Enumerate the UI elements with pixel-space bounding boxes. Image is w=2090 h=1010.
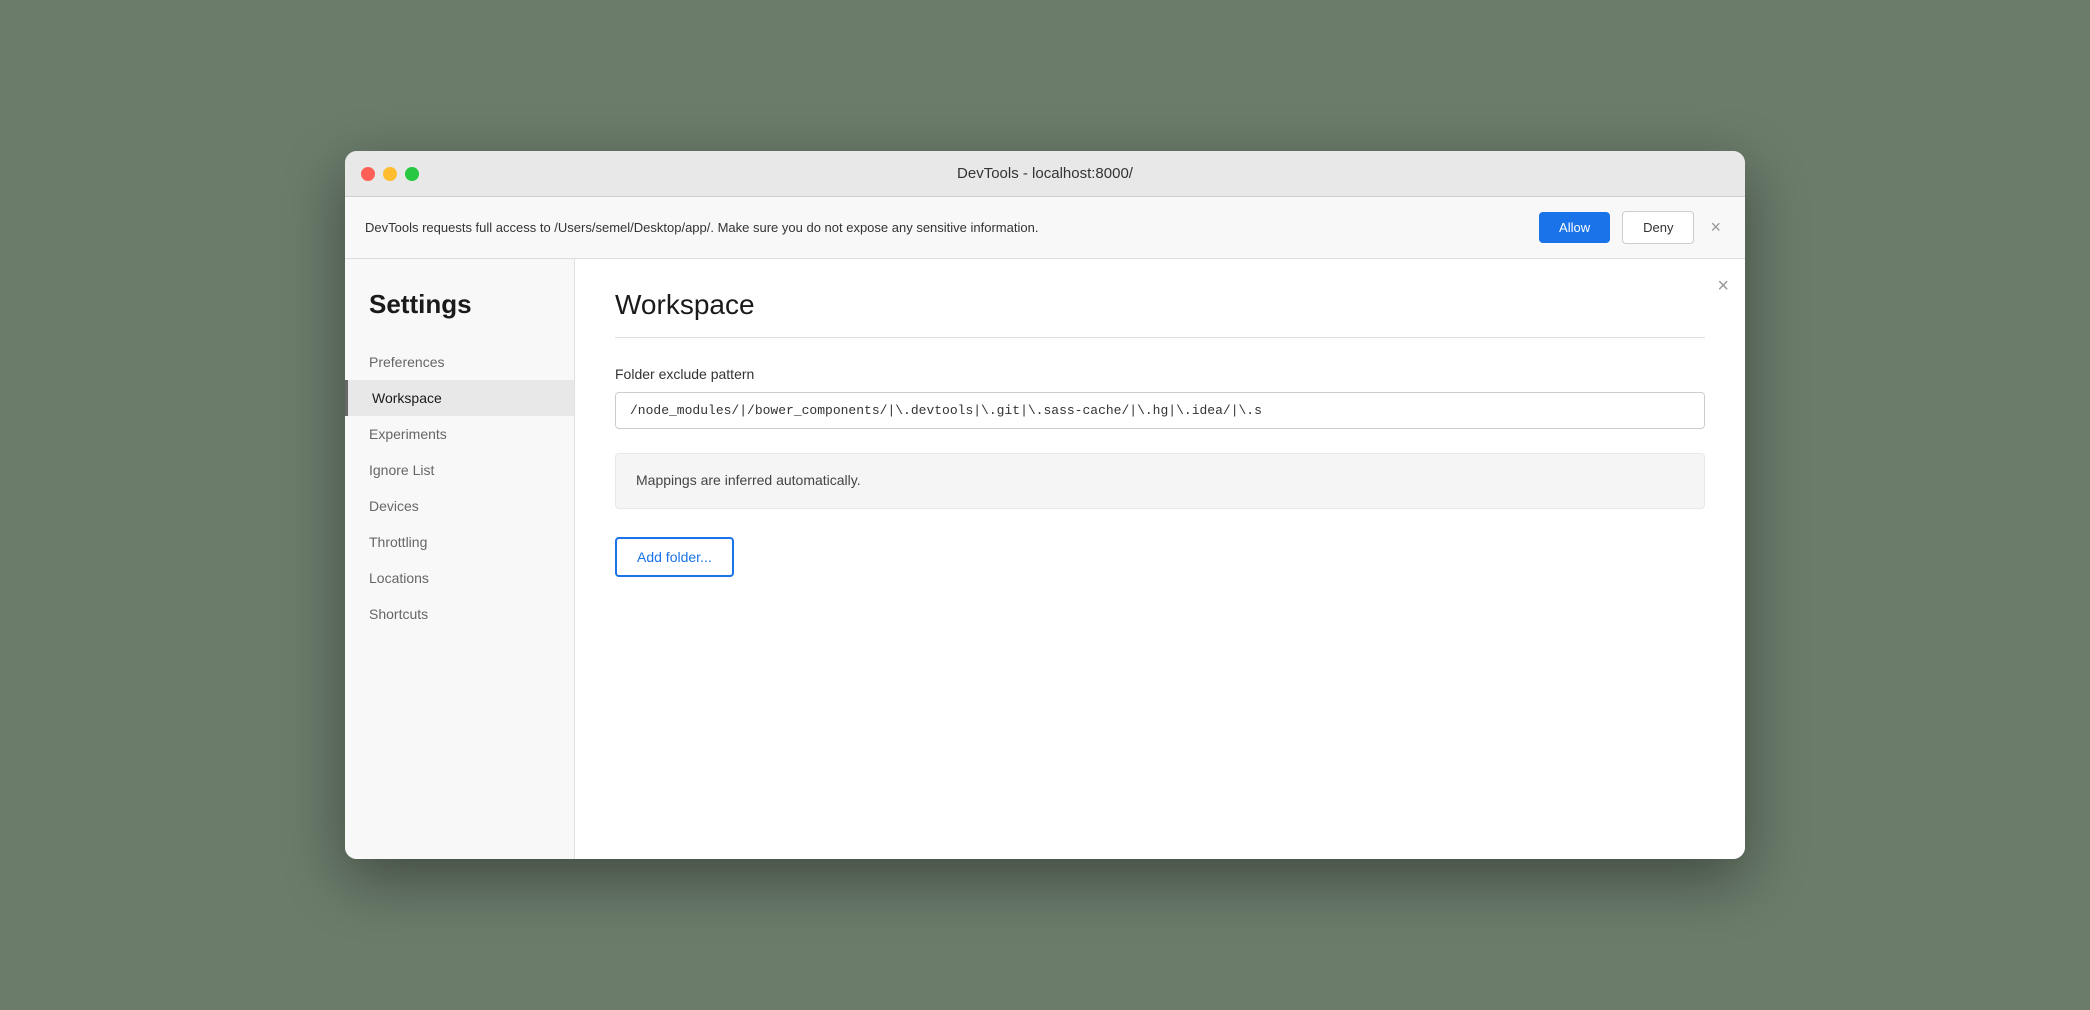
sidebar-item-throttling[interactable]: Throttling — [345, 524, 574, 560]
sidebar-item-experiments[interactable]: Experiments — [345, 416, 574, 452]
mappings-info-box: Mappings are inferred automatically. — [615, 453, 1705, 509]
sidebar-item-ignore-list[interactable]: Ignore List — [345, 452, 574, 488]
sidebar-item-shortcuts[interactable]: Shortcuts — [345, 596, 574, 632]
title-divider — [615, 337, 1705, 338]
main-content: Settings Preferences Workspace Experimen… — [345, 259, 1745, 859]
notification-text: DevTools requests full access to /Users/… — [365, 220, 1527, 235]
notification-bar: DevTools requests full access to /Users/… — [345, 197, 1745, 259]
sidebar-item-preferences[interactable]: Preferences — [345, 344, 574, 380]
deny-button[interactable]: Deny — [1622, 211, 1694, 244]
close-settings-button[interactable]: × — [1717, 275, 1729, 298]
close-notification-button[interactable]: × — [1706, 217, 1725, 238]
traffic-lights — [361, 167, 419, 181]
content-title: Workspace — [615, 289, 1705, 321]
allow-button[interactable]: Allow — [1539, 212, 1610, 243]
sidebar-item-locations[interactable]: Locations — [345, 560, 574, 596]
content-area: × Workspace Folder exclude pattern Mappi… — [575, 259, 1745, 859]
settings-title: Settings — [345, 289, 574, 344]
folder-exclude-label: Folder exclude pattern — [615, 366, 1705, 382]
window-title: DevTools - localhost:8000/ — [957, 165, 1133, 182]
sidebar-item-workspace[interactable]: Workspace — [345, 380, 574, 416]
minimize-button[interactable] — [383, 167, 397, 181]
maximize-button[interactable] — [405, 167, 419, 181]
sidebar-item-devices[interactable]: Devices — [345, 488, 574, 524]
close-button[interactable] — [361, 167, 375, 181]
title-bar: DevTools - localhost:8000/ — [345, 151, 1745, 197]
sidebar: Settings Preferences Workspace Experimen… — [345, 259, 575, 859]
devtools-window: DevTools - localhost:8000/ DevTools requ… — [345, 151, 1745, 859]
mappings-text: Mappings are inferred automatically. — [636, 472, 861, 488]
add-folder-button[interactable]: Add folder... — [615, 537, 734, 577]
folder-exclude-input[interactable] — [615, 392, 1705, 429]
